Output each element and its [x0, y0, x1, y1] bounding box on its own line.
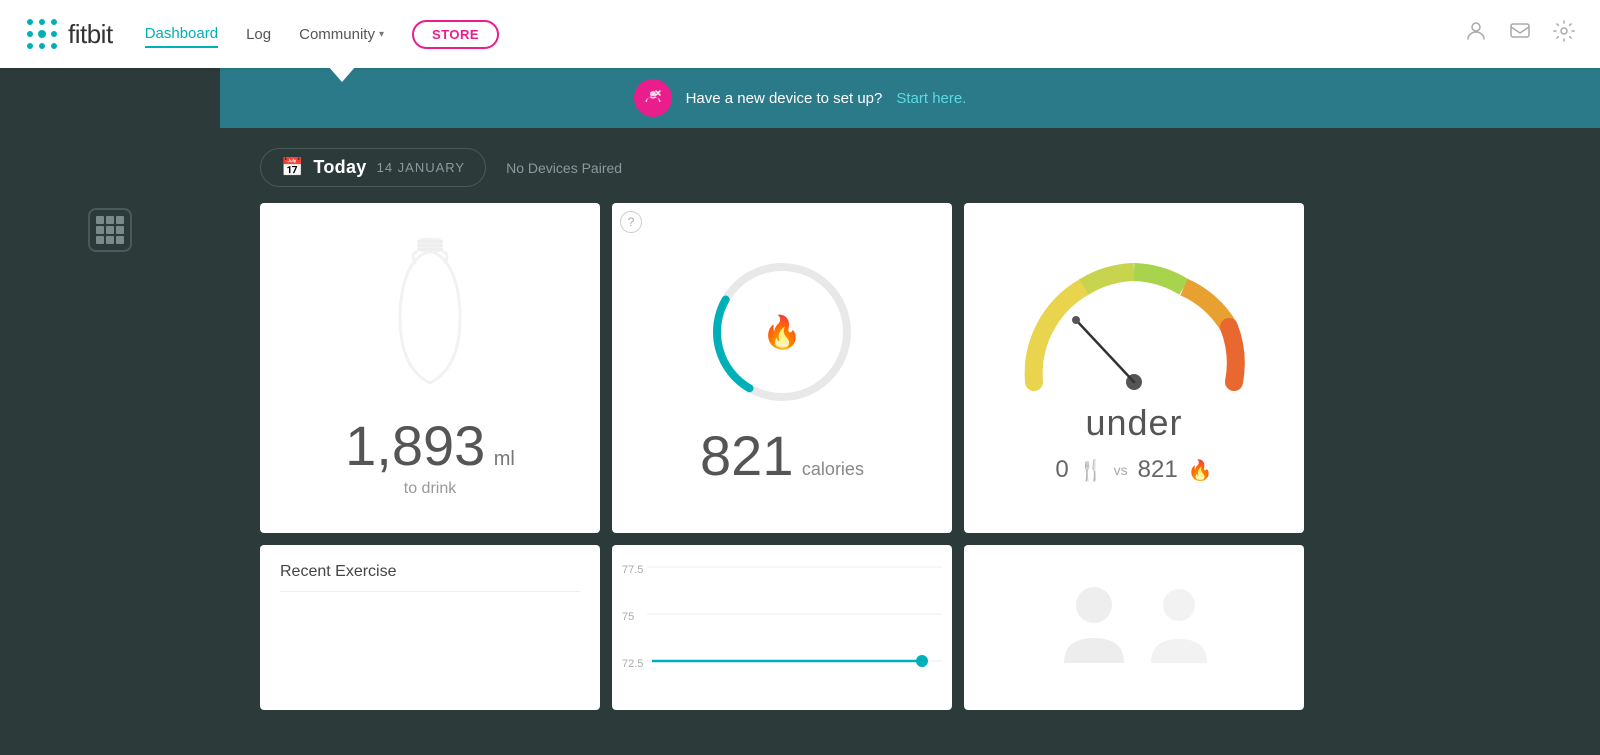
- balance-label: under: [1085, 402, 1182, 444]
- svg-text:72.5: 72.5: [622, 658, 643, 670]
- fitbit-logo-icon: [24, 16, 60, 52]
- calories-unit: calories: [802, 459, 864, 479]
- food-calories-value: 0: [1055, 456, 1068, 484]
- setup-link-icon: [634, 79, 672, 117]
- exercise-divider: [280, 591, 580, 592]
- nav-dashboard[interactable]: Dashboard: [145, 21, 218, 48]
- main-content: 📅 Today 14 JANUARY No Devices Paired 1,8…: [0, 128, 1600, 755]
- setup-banner: Have a new device to set up? Start here.: [0, 68, 1600, 128]
- flame-icon: 🔥: [762, 313, 802, 351]
- nav-right-icons: [1464, 19, 1576, 49]
- friend-icon-2: [1149, 583, 1209, 673]
- friends-card[interactable]: [964, 545, 1304, 710]
- no-devices-text: No Devices Paired: [506, 160, 622, 176]
- nav-log[interactable]: Log: [246, 22, 271, 47]
- logo-text: fitbit: [68, 19, 113, 50]
- exercise-card[interactable]: Recent Exercise: [260, 545, 600, 710]
- calendar-icon: 📅: [281, 157, 303, 178]
- sidebar: [0, 68, 220, 755]
- person-icon[interactable]: [1464, 19, 1488, 49]
- weight-chart: 77.5 75 72.5: [612, 545, 952, 710]
- calories-card[interactable]: ? 🔥 821 calories: [612, 203, 952, 533]
- cards-row-1: 1,893 ml to drink ? 🔥 821 calories: [260, 203, 1600, 533]
- logo-area: fitbit: [24, 16, 113, 52]
- cards-row-2: Recent Exercise 77.5 75 72.5: [260, 545, 1600, 710]
- calories-value: 821: [700, 424, 793, 487]
- balance-card[interactable]: under 0 🍴 vs 821 🔥: [964, 203, 1304, 533]
- exercise-title: Recent Exercise: [280, 563, 580, 581]
- water-bottle-icon: [390, 238, 470, 398]
- message-icon[interactable]: [1508, 19, 1532, 49]
- chevron-down-icon: ▾: [379, 29, 384, 40]
- nav-links: Dashboard Log Community ▾ STORE: [145, 20, 1464, 49]
- grid-dots-icon: [96, 216, 124, 244]
- nav-community[interactable]: Community ▾: [299, 22, 384, 47]
- water-card[interactable]: 1,893 ml to drink: [260, 203, 600, 533]
- date-text: 14 JANUARY: [377, 160, 466, 175]
- water-value: 1,893: [345, 414, 485, 477]
- friend-icon-1: [1059, 583, 1129, 673]
- calories-value-row: 821 calories: [700, 428, 864, 484]
- weight-card[interactable]: 77.5 75 72.5: [612, 545, 952, 710]
- balance-flame-icon: 🔥: [1188, 458, 1213, 483]
- svg-text:75: 75: [622, 611, 634, 623]
- calories-ring: 🔥: [702, 252, 862, 412]
- setup-text: Have a new device to set up?: [686, 90, 883, 107]
- friends-icons: [1059, 583, 1209, 673]
- svg-text:77.5: 77.5: [622, 564, 643, 576]
- today-label: Today: [313, 157, 366, 178]
- vs-label: vs: [1114, 462, 1128, 478]
- fork-icon: 🍴: [1079, 458, 1104, 483]
- water-label: to drink: [404, 480, 456, 498]
- burn-calories-value: 821: [1138, 456, 1178, 484]
- grid-view-button[interactable]: [88, 208, 132, 252]
- water-unit: ml: [494, 448, 515, 470]
- help-icon[interactable]: ?: [620, 211, 642, 233]
- store-button[interactable]: STORE: [412, 20, 499, 49]
- date-bar: 📅 Today 14 JANUARY No Devices Paired: [260, 148, 1600, 187]
- date-picker-button[interactable]: 📅 Today 14 JANUARY: [260, 148, 486, 187]
- top-nav: fitbit Dashboard Log Community ▾ STORE: [0, 0, 1600, 68]
- settings-gear-icon[interactable]: [1552, 19, 1576, 49]
- balance-values: 0 🍴 vs 821 🔥: [1055, 456, 1212, 484]
- gauge-chart: [1004, 252, 1264, 392]
- water-value-row: 1,893 ml: [345, 418, 515, 474]
- setup-link[interactable]: Start here.: [896, 90, 966, 107]
- nav-indicator-arrow: [328, 66, 356, 82]
